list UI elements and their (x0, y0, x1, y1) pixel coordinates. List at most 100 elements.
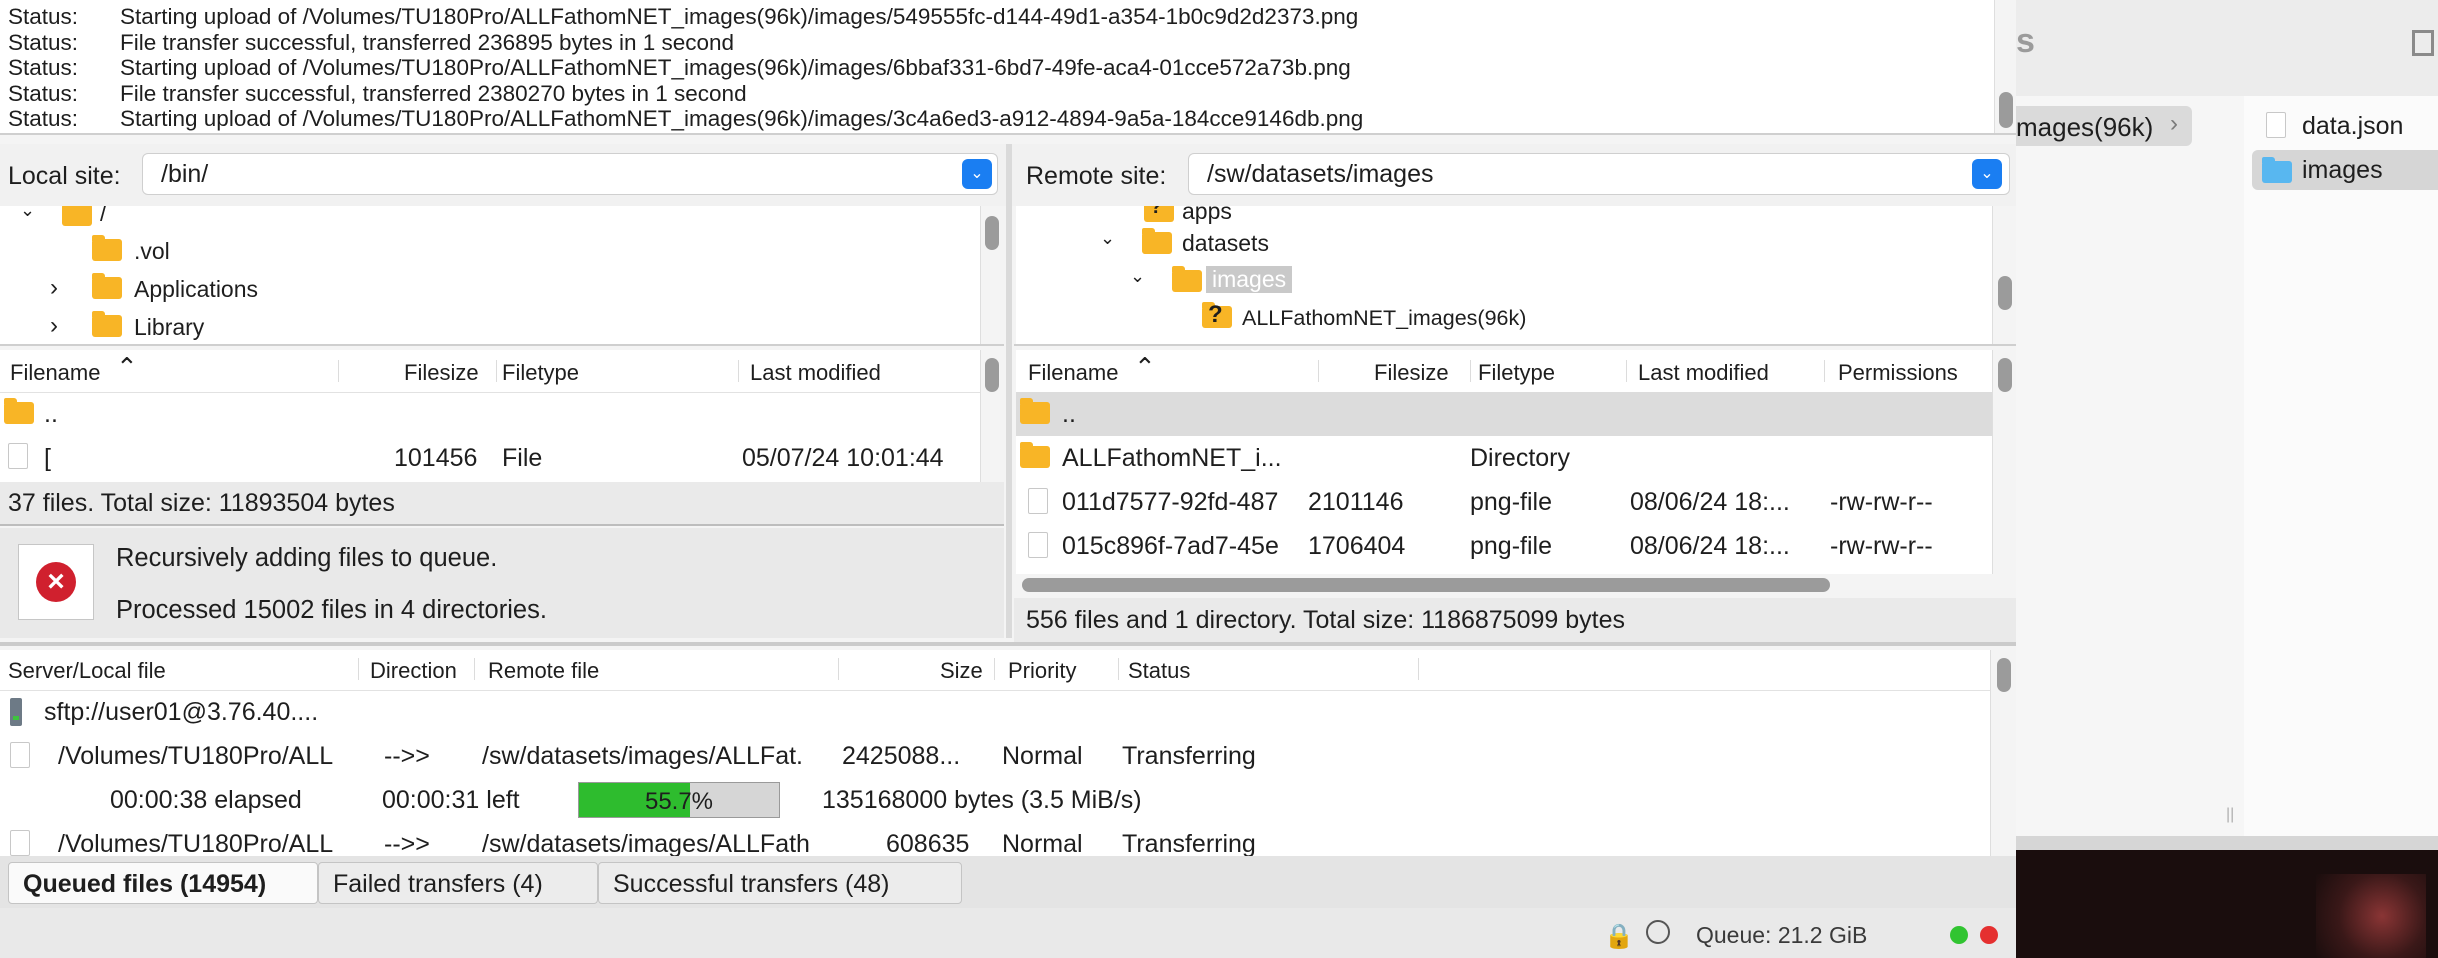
progress-bar: 55.7% (578, 782, 780, 818)
table-row[interactable]: [ 101456 File 05/07/24 10:01:44 (0, 436, 980, 478)
queue-row[interactable]: /Volumes/TU180Pro/ALL -->> /sw/datasets/… (0, 734, 1990, 778)
column-filename[interactable]: Filename (1028, 360, 1118, 386)
tree-item-label: Library (134, 314, 205, 340)
tree-item-apps[interactable]: ? apps (1016, 206, 1992, 226)
column-filetype[interactable]: Filetype (502, 360, 579, 386)
column-last-modified[interactable]: Last modified (1638, 360, 1769, 386)
log-scrollbar[interactable] (1994, 0, 2016, 133)
tree-item-library[interactable]: › Library (0, 310, 980, 342)
table-row[interactable]: .. (0, 394, 980, 434)
queue-server-label: sftp://user01@3.76.40.... (44, 698, 319, 726)
queue-status: Transferring (1122, 742, 1256, 770)
file-icon (10, 830, 30, 856)
finder-window: s mages(96k) › || data.json images (2016, 0, 2438, 958)
pane-splitter[interactable] (1006, 144, 1012, 638)
table-row[interactable]: .. (1016, 392, 1992, 436)
scroll-thumb[interactable] (1998, 276, 2012, 310)
file-icon (10, 742, 30, 768)
table-row[interactable]: ALLFathomNET_i... Directory (1016, 436, 1992, 480)
remote-list-scrollbar[interactable] (1992, 350, 2016, 574)
table-row[interactable]: 011d7577-92fd-487 2101146 png-file 08/06… (1016, 480, 1992, 524)
hscroll-thumb[interactable] (1022, 578, 1830, 592)
tree-item-applications[interactable]: › Applications (0, 272, 980, 304)
local-path-combo[interactable]: /bin/ (142, 153, 998, 195)
remote-list-hscrollbar[interactable] (1016, 574, 2016, 598)
column-filename[interactable]: Filename (10, 360, 100, 386)
queue-row[interactable]: /Volumes/TU180Pro/ALL -->> /sw/datasets/… (0, 822, 1990, 856)
column-remote-file[interactable]: Remote file (488, 658, 599, 684)
queue-scrollbar[interactable] (1990, 650, 2016, 856)
queue-size-label: Queue: 21.2 GiB (1696, 922, 1868, 948)
tab-failed-transfers[interactable]: Failed transfers (4) (318, 862, 598, 904)
finder-column-2: data.json images (2244, 96, 2438, 836)
local-site-label: Local site: (8, 162, 121, 190)
scroll-thumb[interactable] (985, 358, 999, 392)
tree-item-allfathomnet[interactable]: ? ALLFathomNET_images(96k) (1016, 301, 1992, 334)
folder-icon (2262, 157, 2292, 183)
remote-path-combo[interactable]: /sw/datasets/images (1188, 153, 2010, 195)
folder-icon (92, 273, 122, 299)
folder-icon (62, 206, 92, 226)
tab-queued-files[interactable]: Queued files (14954) (8, 862, 318, 904)
folder-icon (92, 235, 122, 261)
log-line: Status: File transfer successful, transfe… (8, 80, 747, 106)
tree-item-label: / (100, 206, 107, 226)
sort-ascending-icon[interactable]: ⌃ (116, 352, 138, 383)
column-permissions[interactable]: Permissions (1838, 360, 1958, 386)
column-resize-handle[interactable]: || (2226, 806, 2234, 824)
local-path-dropdown-icon[interactable]: ⌄ (962, 159, 992, 189)
column-separator (358, 658, 359, 680)
tree-item-root[interactable]: ⌄ / (0, 206, 980, 230)
column-size[interactable]: Size (940, 658, 983, 684)
chevron-right-icon[interactable]: › (50, 312, 58, 340)
chevron-down-icon[interactable]: ⌄ (20, 206, 35, 221)
chevron-down-icon[interactable]: ⌄ (1130, 266, 1145, 287)
local-list-scrollbar[interactable] (980, 350, 1003, 482)
remote-tree-scrollbar[interactable] (1992, 206, 2016, 344)
remote-dir-tree: ? apps ⌄ datasets ⌄ images ? ALLFathomNE… (1016, 206, 1992, 344)
column-last-modified[interactable]: Last modified (750, 360, 881, 386)
file-type: png-file (1470, 488, 1552, 516)
file-type: png-file (1470, 532, 1552, 560)
column-filetype[interactable]: Filetype (1478, 360, 1555, 386)
tree-item-images[interactable]: ⌄ images (1016, 266, 1992, 298)
view-grid-icon[interactable] (2412, 30, 2434, 56)
file-size: 1706404 (1308, 532, 1406, 560)
queue-server-row[interactable]: sftp://user01@3.76.40.... (0, 690, 1990, 732)
column-status[interactable]: Status (1128, 658, 1190, 684)
finder-item-data-json[interactable]: data.json (2252, 108, 2438, 144)
scroll-thumb[interactable] (1998, 358, 2012, 392)
table-row[interactable]: 015c896f-7ad7-45e 1706404 png-file 08/06… (1016, 524, 1992, 568)
finder-column-item-selected[interactable]: mages(96k) › (2016, 106, 2192, 146)
remote-path-dropdown-icon[interactable]: ⌄ (1972, 159, 2002, 189)
column-filesize[interactable]: Filesize (1374, 360, 1449, 386)
finder-item-label: data.json (2302, 112, 2404, 140)
queue-header: Server/Local file Direction Remote file … (0, 650, 1990, 691)
finder-column-1: mages(96k) › || (2016, 96, 2245, 836)
remote-status: 556 files and 1 directory. Total size: 1… (1014, 598, 2016, 642)
folder-icon (1172, 266, 1202, 292)
column-priority[interactable]: Priority (1008, 658, 1076, 684)
scroll-thumb[interactable] (985, 216, 999, 250)
queue-status: Transferring (1122, 830, 1256, 856)
divider[interactable] (0, 642, 2016, 646)
scroll-thumb[interactable] (1997, 658, 2011, 692)
tree-item-vol[interactable]: .vol (0, 234, 980, 266)
log-scroll-thumb[interactable] (1999, 92, 2013, 128)
file-name: 015c896f-7ad7-45e (1062, 532, 1279, 560)
column-direction[interactable]: Direction (370, 658, 457, 684)
log-line: Status: Starting upload of /Volumes/TU180… (8, 4, 1359, 29)
sort-ascending-icon[interactable]: ⌃ (1134, 352, 1156, 383)
tree-item-datasets[interactable]: ⌄ datasets (1016, 228, 1992, 260)
notice-panel: × Recursively adding files to queue. Pro… (0, 528, 1004, 638)
speed-limit-icon[interactable] (1646, 920, 1670, 944)
column-server-local-file[interactable]: Server/Local file (8, 658, 166, 684)
question-icon: ? (1208, 301, 1223, 328)
tab-successful-transfers[interactable]: Successful transfers (48) (598, 862, 962, 904)
finder-item-images[interactable]: images (2252, 150, 2438, 190)
folder-icon (92, 311, 122, 337)
chevron-down-icon[interactable]: ⌄ (1100, 228, 1115, 249)
local-tree-scrollbar[interactable] (980, 206, 1003, 344)
chevron-right-icon[interactable]: › (50, 274, 58, 302)
column-filesize[interactable]: Filesize (404, 360, 479, 386)
